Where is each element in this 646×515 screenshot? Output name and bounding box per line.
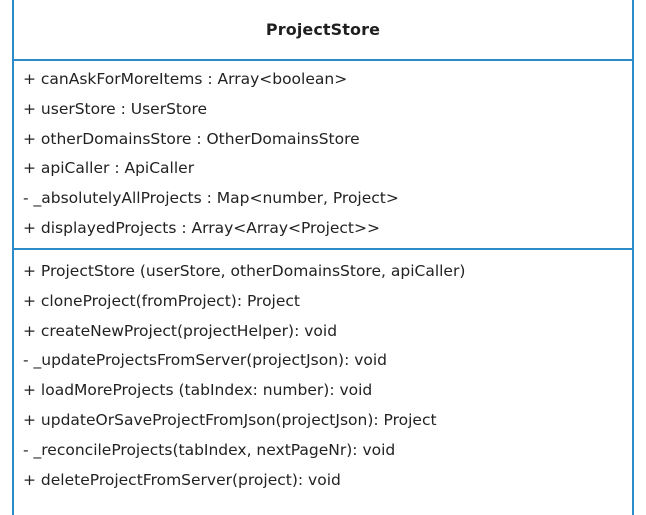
methods-compartment: + ProjectStore (userStore, otherDomainsS… [14,250,632,495]
uml-class-box: ProjectStore + canAskForMoreItems : Arra… [12,0,634,515]
attribute-can-ask-for-more-items: + canAskForMoreItems : Array<boolean> [23,70,348,88]
attributes-compartment: + canAskForMoreItems : Array<boolean> + … [14,61,632,250]
class-name: ProjectStore [265,20,381,39]
method-reconcile-projects: - _reconcileProjects(tabIndex, nextPageN… [23,440,396,459]
method-update-or-save-project-from-json: + updateOrSaveProjectFromJson(projectJso… [23,410,437,429]
attribute-api-caller: + apiCaller : ApiCaller [23,159,195,178]
method-update-projects-from-server: - _updateProjectsFromServer(projectJson)… [23,351,388,370]
attribute-user-store: + userStore : UserStore [23,99,208,118]
method-create-new-project: + createNewProject(projectHelper): void [23,321,338,340]
attribute-absolutely-all-projects: - _absolutelyAllProjects : Map<number, P… [23,189,399,208]
attribute-other-domains-store: + otherDomainsStore : OtherDomainsStore [23,129,360,148]
attribute-displayed-projects: + displayedProjects : Array<Array<Projec… [23,218,380,237]
method-delete-project-from-server: + deleteProjectFromServer(project): void [23,470,341,489]
class-header: ProjectStore [14,0,632,61]
method-load-more-projects: + loadMoreProjects (tabIndex: number): v… [23,381,373,400]
method-clone-project: + cloneProject(fromProject): Project [23,291,300,310]
method-constructor: + ProjectStore (userStore, otherDomainsS… [23,262,466,280]
